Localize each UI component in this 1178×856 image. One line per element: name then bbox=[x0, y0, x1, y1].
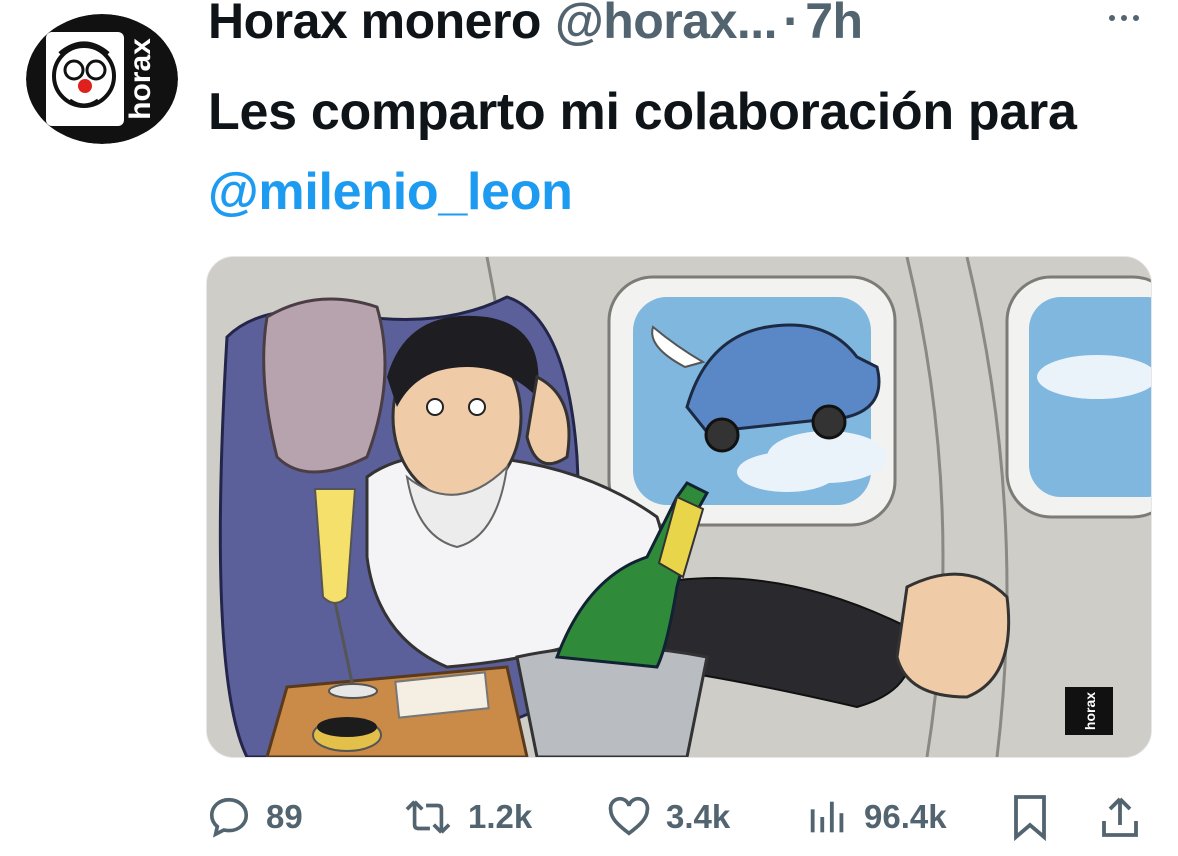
views-count: 96.4k bbox=[864, 798, 947, 835]
more-dot bbox=[1121, 15, 1127, 21]
share-button[interactable] bbox=[1098, 782, 1142, 852]
header-separator: · bbox=[783, 0, 800, 49]
tweet-header: Horax monero @horax... · 7h bbox=[208, 0, 1158, 56]
avatar-logo-text: horax bbox=[124, 38, 157, 120]
heart-icon bbox=[608, 796, 650, 836]
author-avatar[interactable]: horax bbox=[26, 14, 178, 144]
retweet-icon bbox=[405, 800, 451, 834]
retweet-button[interactable]: 1.2k bbox=[402, 782, 532, 852]
tweet-timestamp[interactable]: 7h bbox=[805, 0, 863, 49]
cartoon-signature: horax bbox=[1082, 692, 1098, 730]
reply-icon bbox=[209, 797, 249, 838]
views-button[interactable]: 96.4k bbox=[806, 782, 947, 852]
horax-logo-icon: horax bbox=[26, 14, 178, 144]
tweet-text: Les comparto mi colaboración para @milen… bbox=[208, 72, 1148, 232]
more-dot bbox=[1109, 15, 1115, 21]
views-chart-icon bbox=[810, 801, 844, 833]
retweet-count: 1.2k bbox=[468, 798, 533, 835]
more-options-icon[interactable] bbox=[1104, 8, 1144, 28]
tweet-body-text: Les comparto mi colaboración para bbox=[208, 83, 1077, 141]
tweet-actions-bar: 89 1.2k 3.4k 96.4k bbox=[206, 782, 1156, 852]
bookmark-icon bbox=[1014, 795, 1046, 841]
reply-button[interactable]: 89 bbox=[206, 782, 303, 852]
cartoon-illustration: horax bbox=[207, 257, 1151, 757]
share-icon bbox=[1102, 797, 1138, 837]
bookmark-button[interactable] bbox=[1010, 782, 1050, 852]
reply-count: 89 bbox=[266, 798, 303, 835]
like-button[interactable]: 3.4k bbox=[606, 782, 730, 852]
mention-link[interactable]: @milenio_leon bbox=[208, 163, 573, 221]
tweet-media-image[interactable]: horax bbox=[206, 256, 1152, 758]
like-count: 3.4k bbox=[666, 798, 731, 835]
author-handle[interactable]: @horax... bbox=[555, 0, 778, 49]
author-name[interactable]: Horax monero bbox=[208, 0, 541, 49]
more-dot bbox=[1133, 15, 1139, 21]
